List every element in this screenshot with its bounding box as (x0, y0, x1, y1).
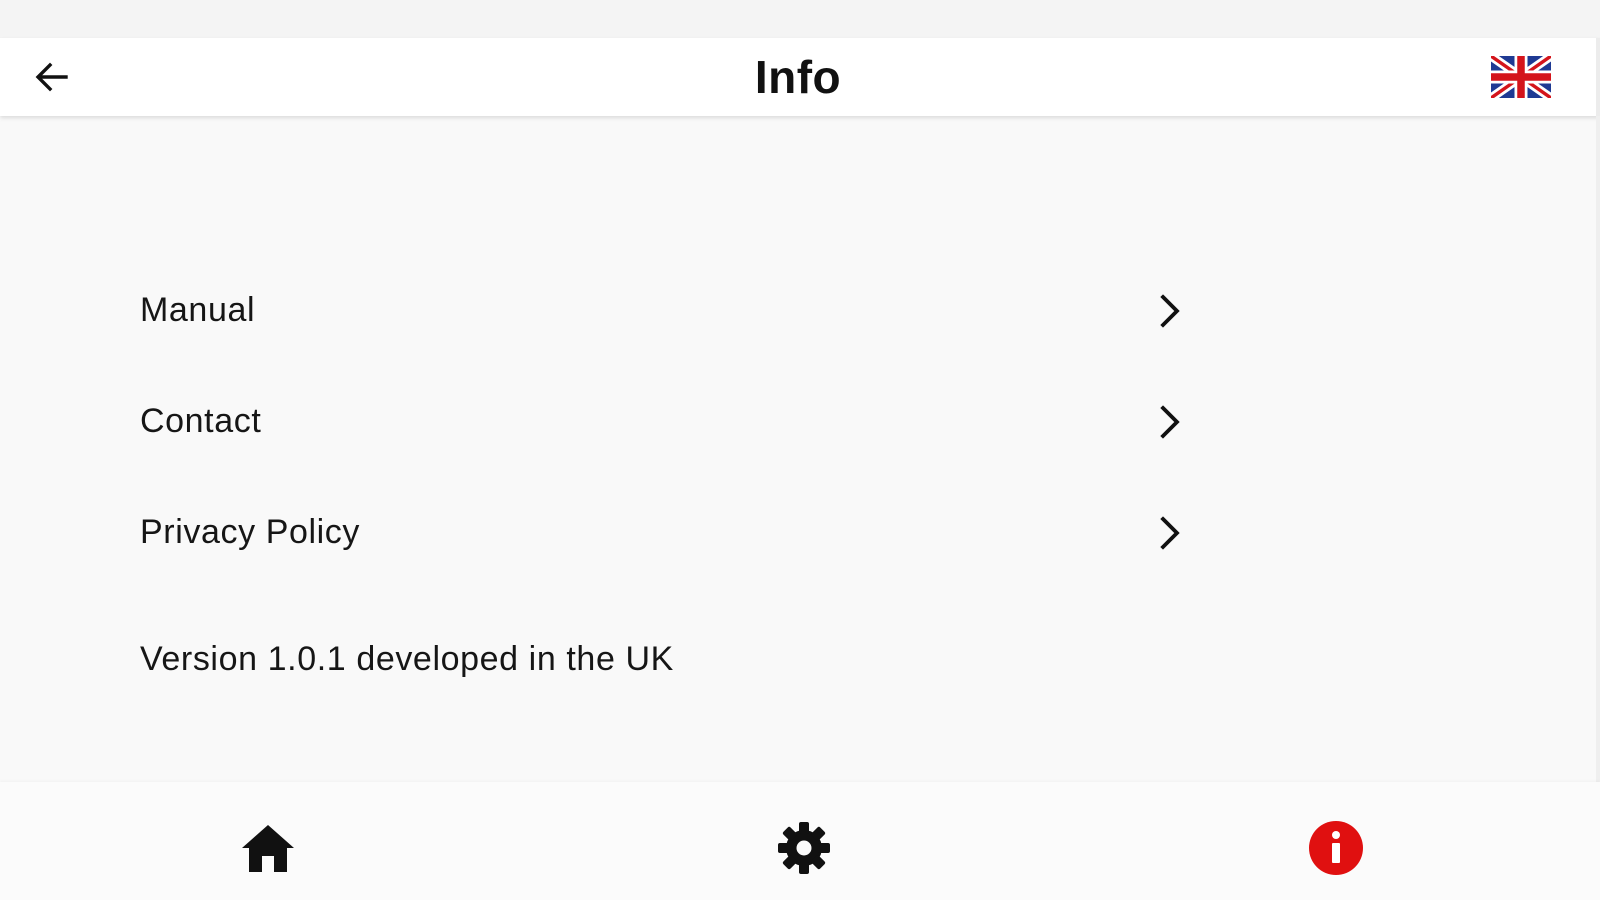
menu-item-label: Contact (140, 402, 262, 440)
chevron-right-icon (1160, 515, 1180, 550)
nav-info-button[interactable] (1304, 816, 1368, 880)
menu-item-label: Manual (140, 291, 256, 329)
nav-home-button[interactable] (236, 816, 300, 880)
chevron-right-icon (1160, 404, 1180, 439)
page-title: Info (754, 51, 842, 103)
app-bar: Info (0, 38, 1600, 116)
status-bar-area (0, 0, 1600, 38)
nav-settings-button[interactable] (772, 816, 836, 880)
home-icon (242, 825, 294, 872)
chevron-right-icon (1160, 293, 1180, 328)
uk-flag-icon (1488, 52, 1554, 102)
menu-item-contact[interactable]: Contact (140, 366, 1185, 477)
bottom-navigation (0, 782, 1600, 900)
menu-item-label: Privacy Policy (140, 513, 361, 551)
info-menu: Manual Contact Privacy Policy (140, 255, 1185, 588)
info-screen: Info Manual Contact Privacy Policy Versi… (0, 0, 1600, 900)
menu-item-manual[interactable]: Manual (140, 255, 1185, 366)
menu-item-privacy-policy[interactable]: Privacy Policy (140, 477, 1185, 588)
info-icon (1309, 821, 1363, 875)
version-text: Version 1.0.1 developed in the UK (140, 640, 674, 678)
language-button[interactable] (1488, 52, 1554, 102)
gear-icon (778, 822, 830, 874)
